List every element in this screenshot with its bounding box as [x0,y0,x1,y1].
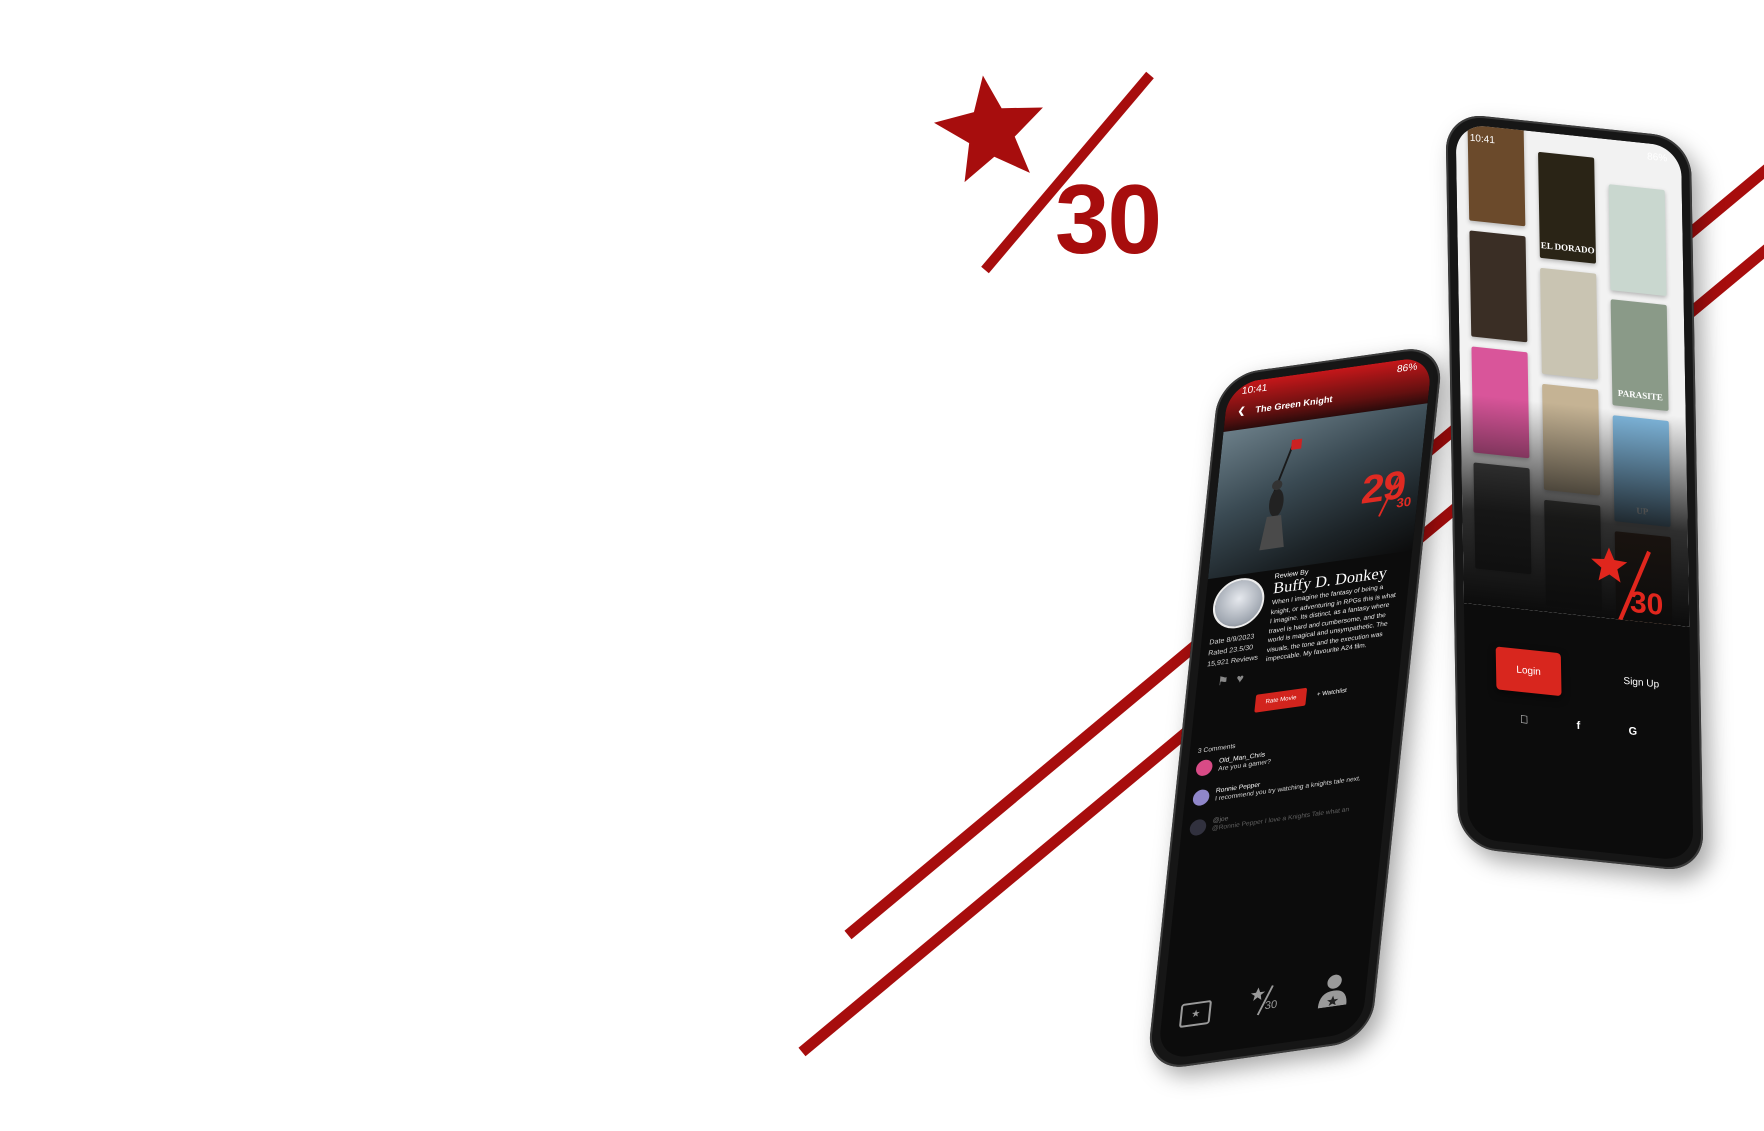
login-logo: 30 [1591,542,1683,627]
social-login-row:  f G [1466,708,1692,744]
flag-icon[interactable]: ⚑ [1217,673,1229,688]
knight-figure-icon [1259,438,1303,551]
apple-icon[interactable]:  [1520,714,1528,727]
movie-poster[interactable] [1469,230,1528,343]
poster-grid: EL DORADO PARASITE UP 30 [1455,123,1690,627]
login-button[interactable]: Login [1495,646,1562,697]
score-denominator: 30 [1395,493,1413,511]
movie-poster[interactable]: EL DORADO [1538,151,1597,264]
status-time: 10:41 [1241,382,1268,397]
movie-poster[interactable] [1608,184,1667,297]
nav-logo-number: 30 [1264,998,1278,1013]
profile-icon[interactable] [1317,971,1349,1009]
movie-title: The Green Knight [1255,393,1334,415]
commenter-avatar[interactable] [1188,818,1207,837]
signup-link[interactable]: Sign Up [1623,676,1659,691]
star-icon [1591,547,1628,583]
movie-poster[interactable] [1540,267,1599,380]
logo-number: 30 [1055,164,1162,274]
status-battery: 86% [1647,150,1668,164]
commenter-avatar[interactable] [1192,788,1211,807]
promo-stage: 30 10:41 86% ❮ The Green Knight 29 30 Da… [0,0,1764,1131]
phone-login: 10:41 86% EL DORADO PARASITE UP [1445,112,1704,873]
commenter-avatar[interactable] [1195,758,1214,777]
nav-logo-icon[interactable]: 30 [1247,982,1283,1018]
status-battery: 86% [1396,361,1418,375]
star-icon [934,75,1043,183]
movie-backdrop: 29 30 [1207,403,1428,580]
bottom-nav: ★ 30 [1161,968,1369,1031]
status-time: 10:41 [1469,132,1495,146]
brand-logo: 30 [930,60,1260,290]
facebook-icon[interactable]: f [1576,720,1580,732]
logo-number: 30 [1629,585,1664,623]
login-screen: 10:41 86% EL DORADO PARASITE UP [1455,123,1694,862]
movie-poster[interactable]: PARASITE [1610,299,1669,412]
ticket-star-icon[interactable]: ★ [1179,999,1213,1029]
watchlist-button[interactable]: + Watchlist [1317,688,1348,698]
reviewer-avatar[interactable] [1210,574,1267,632]
comments-section: 3 Comments Old_Man_Chris Are you a gamer… [1181,693,1397,838]
heart-icon[interactable]: ♥ [1236,671,1245,686]
watchlist-label: Watchlist [1321,687,1348,698]
google-icon[interactable]: G [1628,725,1637,738]
back-arrow-icon[interactable]: ❮ [1237,405,1246,417]
